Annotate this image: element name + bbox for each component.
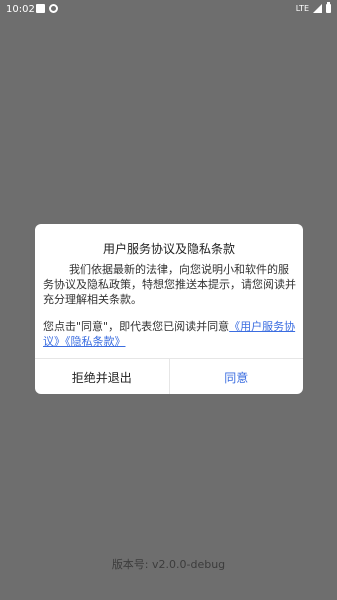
- dialog-title: 用户服务协议及隐私条款: [102, 242, 235, 256]
- dialog-body: 我们依据最新的法律，向您说明小和软件的服务协议及隐私政策，特想您推送本提示，请您…: [43, 262, 297, 349]
- status-left-icons: [36, 4, 58, 13]
- status-time: 10:02: [6, 4, 35, 15]
- sd-card-icon: [36, 4, 45, 13]
- dialog-footer: 拒绝并退出 同意: [35, 358, 303, 394]
- agree-button[interactable]: 同意: [170, 359, 304, 394]
- status-bar: 10:02 LTE: [0, 0, 337, 20]
- sync-icon: [49, 4, 58, 13]
- version-label: 版本号: v2.0.0-debug: [111, 558, 226, 571]
- reject-exit-button[interactable]: 拒绝并退出: [35, 359, 170, 394]
- privacy-terms-link[interactable]: 《隐私条款》: [65, 335, 126, 348]
- dialog-paragraph-1: 我们依据最新的法律，向您说明小和软件的服务协议及隐私政策，特想您推送本提示，请您…: [43, 263, 296, 306]
- consent-text: 您点击"同意"，即代表您已阅读并同意: [43, 320, 230, 333]
- network-type: LTE: [295, 4, 309, 13]
- battery-icon: [326, 2, 331, 13]
- privacy-dialog: 用户服务协议及隐私条款 我们依据最新的法律，向您说明小和软件的服务协议及隐私政策…: [35, 224, 303, 394]
- signal-icon: [313, 4, 322, 13]
- status-right-icons: LTE: [295, 2, 331, 13]
- dialog-paragraph-2: 您点击"同意"，即代表您已阅读并同意《用户服务协议》《隐私条款》: [43, 319, 297, 349]
